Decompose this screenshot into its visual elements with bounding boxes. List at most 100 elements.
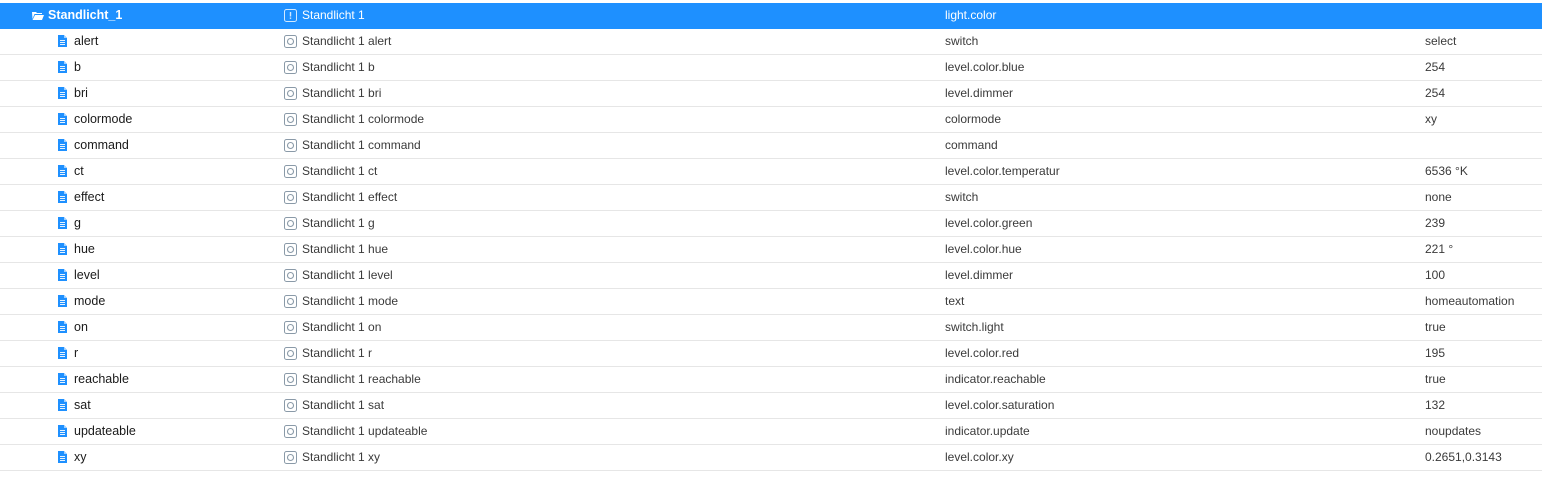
tree-row-level[interactable]: level Standlicht 1 level level.dimmer 10…: [0, 263, 1542, 289]
object-id-cell[interactable]: effect: [58, 185, 298, 210]
object-value: 254: [1425, 60, 1446, 74]
object-name: Standlicht 1 hue: [302, 242, 389, 256]
tree-row-colormode[interactable]: colormode Standlicht 1 colormode colormo…: [0, 107, 1542, 133]
object-id-cell[interactable]: r: [58, 341, 298, 366]
object-id: g: [74, 216, 81, 230]
object-role: switch: [945, 34, 979, 48]
tree-row-bri[interactable]: bri Standlicht 1 bri level.dimmer 254: [0, 81, 1542, 107]
object-role: indicator.reachable: [945, 372, 1046, 386]
object-value-cell: 132: [1425, 393, 1537, 418]
object-role-cell: switch: [945, 185, 1080, 210]
state-icon: [284, 347, 297, 360]
object-id-cell[interactable]: level: [58, 263, 298, 288]
object-id-cell[interactable]: ct: [58, 159, 298, 184]
object-value: true: [1425, 320, 1446, 334]
state-icon: [284, 165, 297, 178]
tree-row-mode[interactable]: mode Standlicht 1 mode text homeautomati…: [0, 289, 1542, 315]
object-name-cell: Standlicht 1 on: [284, 315, 924, 340]
object-role: level.color.saturation: [945, 398, 1055, 412]
object-value: 254: [1425, 86, 1446, 100]
object-name: Standlicht 1 b: [302, 60, 375, 74]
object-id-cell[interactable]: command: [58, 133, 298, 158]
object-role: level.color.blue: [945, 60, 1025, 74]
tree-row-b[interactable]: b Standlicht 1 b level.color.blue 254: [0, 55, 1542, 81]
object-value: 132: [1425, 398, 1446, 412]
object-name: Standlicht 1 xy: [302, 450, 381, 464]
object-name: Standlicht 1 r: [302, 346, 373, 360]
object-id-cell[interactable]: xy: [58, 445, 298, 470]
state-icon: [284, 35, 297, 48]
tree-row-reachable[interactable]: reachable Standlicht 1 reachable indicat…: [0, 367, 1542, 393]
state-icon: [284, 217, 297, 230]
file-icon: [58, 373, 67, 385]
object-name-cell: Standlicht 1 colormode: [284, 107, 924, 132]
object-id-cell[interactable]: reachable: [58, 367, 298, 392]
object-name: Standlicht 1: [302, 8, 365, 22]
tree-row-sat[interactable]: sat Standlicht 1 sat level.color.saturat…: [0, 393, 1542, 419]
object-id-cell[interactable]: sat: [58, 393, 298, 418]
object-name: Standlicht 1 ct: [302, 164, 378, 178]
object-id: sat: [74, 398, 91, 412]
object-name: Standlicht 1 colormode: [302, 112, 425, 126]
object-id: b: [74, 60, 81, 74]
object-role: text: [945, 294, 965, 308]
object-value-cell: homeautomation: [1425, 289, 1537, 314]
tree-row-ct[interactable]: ct Standlicht 1 ct level.color.temperatu…: [0, 159, 1542, 185]
tree-row-alert[interactable]: alert Standlicht 1 alert switch select: [0, 29, 1542, 55]
tree-row-command[interactable]: command Standlicht 1 command command: [0, 133, 1542, 159]
object-value-cell: [1425, 3, 1537, 28]
object-name-cell: Standlicht 1 g: [284, 211, 924, 236]
object-name: Standlicht 1 bri: [302, 86, 382, 100]
object-id-cell[interactable]: hue: [58, 237, 298, 262]
object-value: 195: [1425, 346, 1446, 360]
object-id-cell[interactable]: on: [58, 315, 298, 340]
state-icon: [284, 113, 297, 126]
object-role: level.dimmer: [945, 86, 1014, 100]
tree-row-updateable[interactable]: updateable Standlicht 1 updateable indic…: [0, 419, 1542, 445]
channel-icon: [284, 9, 297, 22]
object-role: command: [945, 138, 998, 152]
object-value: 0.2651,0.3143: [1425, 450, 1502, 464]
file-icon: [58, 295, 67, 307]
object-id-cell[interactable]: b: [58, 55, 298, 80]
object-role: indicator.update: [945, 424, 1030, 438]
object-value-cell: xy: [1425, 107, 1537, 132]
tree-row-r[interactable]: r Standlicht 1 r level.color.red 195: [0, 341, 1542, 367]
object-value-cell: 0.2651,0.3143: [1425, 445, 1537, 470]
file-icon: [58, 217, 67, 229]
object-id-cell[interactable]: g: [58, 211, 298, 236]
tree-row-effect[interactable]: effect Standlicht 1 effect switch none: [0, 185, 1542, 211]
object-id-cell[interactable]: updateable: [58, 419, 298, 444]
tree-row-xy[interactable]: xy Standlicht 1 xy level.color.xy 0.2651…: [0, 445, 1542, 471]
object-id-cell[interactable]: bri: [58, 81, 298, 106]
file-icon: [58, 165, 67, 177]
object-role: switch.light: [945, 320, 1004, 334]
object-role: level.color.green: [945, 216, 1033, 230]
folder-open-icon[interactable]: [32, 11, 44, 20]
state-icon: [284, 399, 297, 412]
state-icon: [284, 191, 297, 204]
object-id-cell[interactable]: colormode: [58, 107, 298, 132]
state-icon: [284, 61, 297, 74]
object-name-cell: Standlicht 1 level: [284, 263, 924, 288]
file-icon: [58, 87, 67, 99]
object-value: none: [1425, 190, 1452, 204]
object-value-cell: 6536 °K: [1425, 159, 1537, 184]
object-role: level.dimmer: [945, 268, 1014, 282]
tree-row-on[interactable]: on Standlicht 1 on switch.light true: [0, 315, 1542, 341]
object-id: alert: [74, 34, 99, 48]
object-role-cell: level.color.hue: [945, 237, 1080, 262]
object-value-cell: noupdates: [1425, 419, 1537, 444]
tree-row-standlicht-1[interactable]: Standlicht_1 Standlicht 1 light.color: [0, 3, 1542, 29]
tree-row-g[interactable]: g Standlicht 1 g level.color.green 239: [0, 211, 1542, 237]
file-icon: [58, 347, 67, 359]
object-name: Standlicht 1 updateable: [302, 424, 428, 438]
file-icon: [58, 425, 67, 437]
object-id-cell[interactable]: alert: [58, 29, 298, 54]
object-id-cell[interactable]: mode: [58, 289, 298, 314]
object-name: Standlicht 1 level: [302, 268, 393, 282]
object-role: colormode: [945, 112, 1002, 126]
object-role-cell: switch: [945, 29, 1080, 54]
object-id-cell[interactable]: Standlicht_1: [32, 3, 272, 28]
tree-row-hue[interactable]: hue Standlicht 1 hue level.color.hue 221…: [0, 237, 1542, 263]
